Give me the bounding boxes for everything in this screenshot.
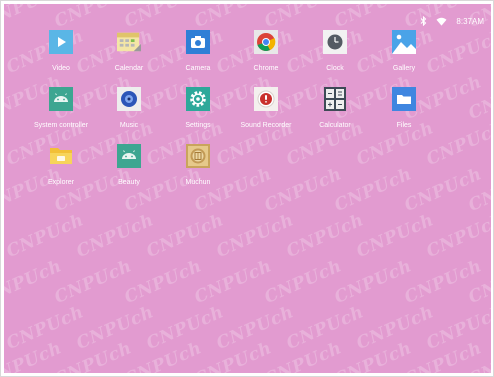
app-label-chrome: Chrome	[253, 65, 279, 72]
app-label-gallery: Gallery	[392, 65, 416, 72]
app-gallery[interactable]: Gallery	[366, 30, 442, 73]
watermark-logo: CNPUch	[331, 4, 415, 32]
watermark-logo: CNPUch	[283, 210, 367, 262]
app-beauty[interactable]: Beauty	[91, 144, 167, 187]
clock-icon	[323, 30, 347, 54]
wifi-icon	[436, 17, 447, 26]
app-system-controller[interactable]: System controller	[23, 87, 99, 130]
app-label-clock: Clock	[326, 65, 344, 72]
app-label-music: Music	[119, 122, 139, 129]
explorer-folder-icon	[49, 144, 73, 168]
app-camera[interactable]: Camera	[160, 30, 236, 73]
watermark-logo: CNPUch	[261, 4, 345, 32]
app-settings[interactable]: Settings	[160, 87, 236, 130]
watermark-logo: CNPUch	[331, 256, 415, 308]
watermark-logo: CNPUch	[213, 210, 297, 262]
watermark-logo: CNPUch	[191, 4, 275, 32]
app-label-calendar: Calendar	[114, 65, 144, 72]
muchun-icon	[186, 144, 210, 168]
camera-icon	[186, 30, 210, 54]
app-label-video: Video	[52, 65, 70, 72]
home-screen-wallpaper: CNPUch CNPUch CNPUch CNPUch CNPUch CNPUch CNPU…	[4, 4, 491, 373]
watermark-logo: CNPUch	[353, 210, 437, 262]
app-chrome[interactable]: Chrome	[228, 30, 304, 73]
app-clock[interactable]: Clock	[297, 30, 373, 73]
video-icon	[49, 30, 73, 54]
app-calculator[interactable]: Calculator	[297, 87, 373, 130]
chrome-icon	[254, 30, 278, 54]
watermark-logo: CNPUch	[51, 4, 135, 32]
watermark-logo: CNPUch	[4, 210, 87, 262]
app-label-system-controller: System controller	[33, 122, 89, 129]
app-music[interactable]: Music	[91, 87, 167, 130]
watermark-logo: CNPUch	[261, 256, 345, 308]
status-time: 8:37AM	[456, 16, 484, 26]
watermark-logo: CNPUch	[121, 4, 205, 32]
app-label-files: Files	[396, 122, 412, 129]
watermark-logo: CNPUch	[121, 256, 205, 308]
android-icon	[117, 144, 141, 168]
watermark-logo: CNPUch	[423, 210, 491, 262]
calculator-icon	[323, 87, 347, 111]
app-label-camera: Camera	[185, 65, 211, 72]
android-icon	[49, 87, 73, 111]
folder-icon	[392, 87, 416, 111]
gallery-icon	[392, 30, 416, 54]
status-bar: 8:37AM	[420, 14, 484, 28]
watermark-logo: CNPUch	[261, 164, 345, 216]
app-sound-recorder[interactable]: Sound Recorder	[228, 87, 304, 130]
watermark-logo: CNPUch	[73, 210, 157, 262]
app-label-sound-recorder: Sound Recorder	[240, 122, 292, 129]
watermark-logo: CNPUch	[143, 210, 227, 262]
watermark-logo: CNPUch	[331, 164, 415, 216]
bluetooth-icon	[420, 16, 427, 26]
app-explorer[interactable]: Explorer	[23, 144, 99, 187]
sound-recorder-icon	[254, 87, 278, 111]
app-label-muchun: Muchun	[185, 179, 211, 186]
gear-icon	[186, 87, 210, 111]
app-muchun[interactable]: Muchun	[160, 144, 236, 187]
app-calendar[interactable]: Calendar	[91, 30, 167, 73]
music-icon	[117, 87, 141, 111]
app-files[interactable]: Files	[366, 87, 442, 130]
device-screen: CNPUch CNPUch CNPUch CNPUch CNPUch CNPUch CNPU…	[0, 0, 494, 377]
watermark-logo: CNPUch	[191, 256, 275, 308]
app-label-beauty: Beauty	[118, 179, 140, 186]
app-label-explorer: Explorer	[47, 179, 75, 186]
app-label-calculator: Calculator	[319, 122, 351, 129]
watermark-logo: CNPUch	[51, 256, 135, 308]
calendar-icon	[117, 30, 141, 54]
app-video[interactable]: Video	[23, 30, 99, 73]
app-label-settings: Settings	[185, 122, 211, 129]
